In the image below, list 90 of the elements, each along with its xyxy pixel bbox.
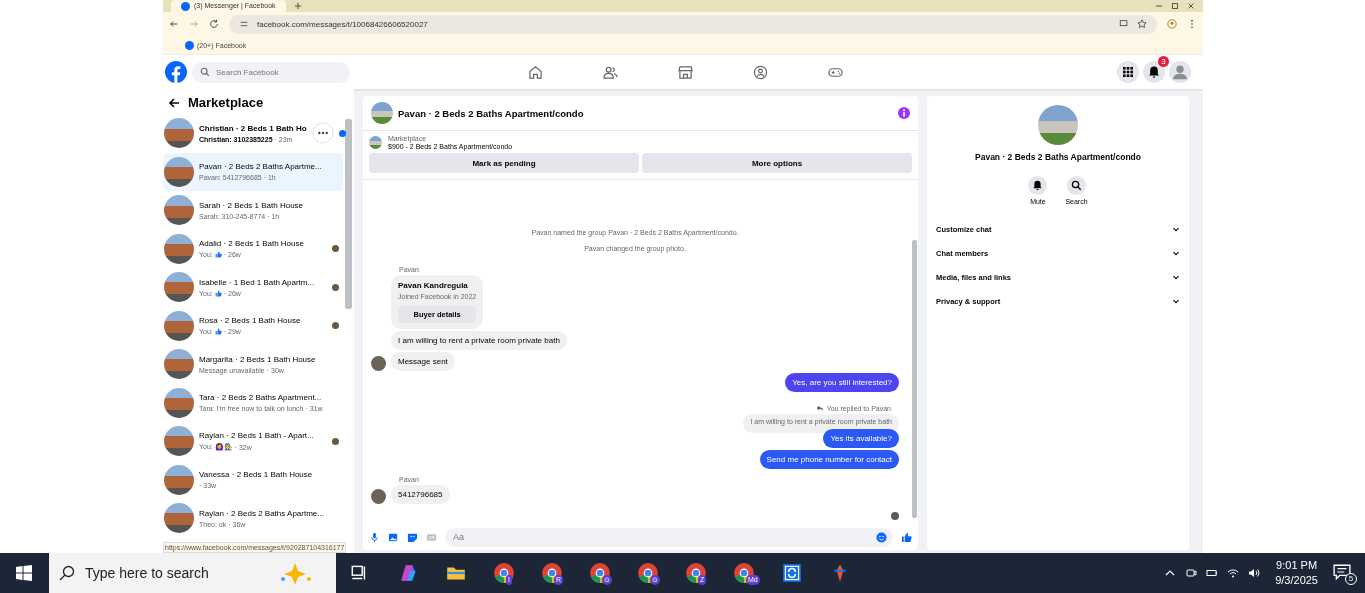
search-input[interactable]: Search Facebook xyxy=(214,66,328,78)
photo-placeholder xyxy=(371,102,393,124)
seen-avatar-icon xyxy=(332,322,339,330)
unread-dot-icon xyxy=(338,129,346,137)
site-settings-icon[interactable] xyxy=(239,19,249,29)
photo-placeholder xyxy=(371,489,386,504)
photo-placeholder xyxy=(164,118,194,149)
facebook-logo[interactable] xyxy=(165,61,187,83)
action-button[interactable]: Mark as pending xyxy=(369,153,639,173)
outgoing-message: Yes its available? xyxy=(823,429,899,448)
taskbar-search-field[interactable]: Type here to search xyxy=(83,564,267,582)
restore-icon[interactable] xyxy=(1171,2,1179,10)
photo-placeholder xyxy=(164,233,194,264)
conversation-title: Pavan · 2 Beds 2 Baths Apartme... xyxy=(199,162,322,173)
incoming-message: I am willing to rent a private room private bath xyxy=(391,331,567,350)
clock-time[interactable]: 9:01 PM xyxy=(1276,558,1318,573)
search-icon xyxy=(200,67,210,77)
photo-placeholder xyxy=(371,356,386,371)
photo-placeholder xyxy=(164,310,194,341)
clock-date[interactable]: 9/3/2025 xyxy=(1275,573,1318,588)
thumbs-up-icon xyxy=(214,328,222,336)
thumbs-up-icon[interactable] xyxy=(901,531,912,543)
photo-placeholder xyxy=(164,195,194,226)
thumbs-up-icon xyxy=(214,289,222,297)
scrollbar-thumb[interactable] xyxy=(345,119,352,309)
back-arrow-icon[interactable] xyxy=(168,96,180,109)
photo-placeholder xyxy=(164,503,194,534)
conversation-title: Rosa · 2 Beds 1 Bath House xyxy=(199,316,301,327)
start-icon[interactable] xyxy=(16,565,32,581)
reload-icon[interactable] xyxy=(209,19,219,29)
info-icon[interactable] xyxy=(898,107,910,119)
search-field[interactable]: Search Facebook xyxy=(192,61,350,83)
reply-arrow-icon xyxy=(815,404,824,412)
more-options-icon[interactable] xyxy=(311,122,334,145)
notifications-icon[interactable] xyxy=(1143,61,1165,83)
seen-avatar-icon xyxy=(332,283,339,291)
photo-placeholder xyxy=(164,272,194,303)
outgoing-message: Send me phone number for contact xyxy=(759,450,899,469)
chat-title: Pavan · 2 Beds 2 Baths Apartment/condo xyxy=(398,107,584,119)
conversation-title: Margarita · 2 Beds 1 Bath House xyxy=(199,354,316,365)
sticker-icon[interactable] xyxy=(407,531,418,543)
photo-placeholder xyxy=(164,426,194,457)
profile-name: Pavan Kandregula xyxy=(398,281,469,290)
seen-avatar-icon xyxy=(332,437,339,445)
plus-icon[interactable] xyxy=(293,2,302,10)
outgoing-message: Yes, are you still interested? xyxy=(785,373,899,392)
conversation-title: Adalid · 2 Beds 1 Bath House xyxy=(199,239,304,250)
photo-placeholder xyxy=(1038,105,1078,145)
conversation-title: Tara · 2 Beds 2 Baths Apartment... xyxy=(199,393,322,404)
address-bar[interactable]: facebook.com/messages/t/10068426606520027 xyxy=(257,19,428,29)
message-field[interactable]: Aa xyxy=(445,527,893,547)
seen-avatar-icon xyxy=(891,512,899,520)
message-input[interactable]: Aa xyxy=(451,531,876,543)
incoming-message: 5412796685 xyxy=(391,485,450,504)
photo-placeholder xyxy=(164,387,194,418)
scrollbar-thumb[interactable] xyxy=(912,240,917,518)
microphone-icon[interactable] xyxy=(369,531,380,543)
apps-grid-icon[interactable] xyxy=(1117,61,1139,83)
thumbs-up-icon xyxy=(214,251,222,259)
battery-icon[interactable] xyxy=(1206,567,1219,579)
conversation-title: Sarah · 2 Beds 1 Bath House xyxy=(199,200,304,211)
conversation-title: Isabelle · 1 Bed 1 Bath Apartm... xyxy=(199,277,315,288)
taskbar-search-box[interactable]: Type here to search xyxy=(49,553,336,593)
photo-placeholder xyxy=(369,136,382,149)
emoji-icon[interactable] xyxy=(876,531,887,543)
conversation-title: Raylan · 2 Beds 2 Baths Apartme... xyxy=(199,508,324,519)
incoming-message: Message sent xyxy=(391,352,455,371)
conversation-title: Raylan · 2 Beds 1 Bath - Apart... xyxy=(199,431,314,442)
close-icon[interactable] xyxy=(1187,2,1195,10)
seen-avatar-icon xyxy=(332,245,339,253)
photo-placeholder xyxy=(164,156,194,187)
photo-placeholder xyxy=(164,349,194,380)
mute-bell-icon[interactable] xyxy=(1028,176,1048,195)
install-app-icon[interactable] xyxy=(1119,19,1129,29)
photo-placeholder xyxy=(164,464,194,495)
details-title: Pavan · 2 Beds 2 Baths Apartment/condo xyxy=(975,152,1141,162)
back-icon[interactable] xyxy=(169,19,179,29)
volume-icon[interactable] xyxy=(1248,567,1261,579)
wifi-icon[interactable] xyxy=(1227,567,1240,579)
sidebar-title: Marketplace xyxy=(188,95,264,110)
conversation-title: Vanessa · 2 Beds 1 Bath House xyxy=(199,470,313,481)
conversation-title: Christian · 2 Beds 1 Bath Ho xyxy=(199,123,307,134)
search-icon[interactable] xyxy=(1067,176,1086,195)
image-icon[interactable] xyxy=(388,531,399,543)
notification-count: 3 xyxy=(1158,56,1169,67)
profile-icon[interactable] xyxy=(1167,19,1177,29)
action-button[interactable]: More options xyxy=(642,153,912,173)
star-icon[interactable] xyxy=(1137,19,1147,29)
camera-icon[interactable] xyxy=(1185,567,1198,579)
search-icon[interactable] xyxy=(59,565,75,581)
